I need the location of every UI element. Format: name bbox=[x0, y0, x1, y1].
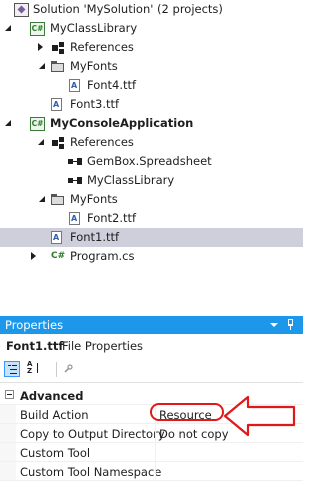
reference-label: GemBox.Spreadsheet bbox=[87, 154, 212, 168]
folder-label: MyFonts bbox=[70, 59, 118, 73]
reference-icon bbox=[67, 173, 83, 188]
file-label: Font2.ttf bbox=[87, 211, 137, 225]
csharp-file-icon: C# bbox=[51, 251, 66, 261]
references-icon bbox=[51, 135, 67, 150]
tree-item-references[interactable]: References bbox=[0, 133, 303, 152]
panel-title: Properties bbox=[5, 318, 64, 332]
project-label: MyClassLibrary bbox=[50, 21, 138, 35]
object-name: Font1.ttf bbox=[6, 339, 64, 353]
annotation-arrow-icon bbox=[223, 395, 296, 437]
tree-item-program[interactable]: C# Program.cs bbox=[0, 247, 303, 266]
tree-item-font2[interactable]: A Font2.ttf bbox=[0, 209, 303, 228]
property-value[interactable]: Do not copy bbox=[159, 427, 229, 441]
property-pages-button[interactable] bbox=[61, 361, 77, 377]
pin-icon[interactable] bbox=[286, 319, 296, 331]
dropdown-arrow-icon[interactable] bbox=[270, 323, 278, 327]
row-gutter bbox=[0, 462, 16, 480]
font-file-icon: A bbox=[51, 98, 62, 111]
property-name: Build Action bbox=[20, 408, 89, 422]
collapsed-arrow-icon[interactable] bbox=[31, 252, 36, 260]
file-label: Font1.ttf bbox=[70, 230, 120, 244]
file-label: Font4.ttf bbox=[87, 78, 137, 92]
row-gutter bbox=[0, 443, 16, 461]
expanded-arrow-icon[interactable] bbox=[5, 25, 11, 31]
tree-item-myconsoleapplication[interactable]: C# MyConsoleApplication bbox=[0, 114, 303, 133]
categorized-button[interactable] bbox=[4, 361, 20, 377]
solution-icon bbox=[14, 3, 29, 17]
property-row-custom-tool-namespace[interactable]: Custom Tool Namespace bbox=[0, 462, 303, 481]
expanded-arrow-icon[interactable] bbox=[38, 139, 44, 145]
column-divider bbox=[155, 443, 156, 462]
font-file-icon: A bbox=[69, 79, 80, 92]
reference-label: MyClassLibrary bbox=[87, 173, 175, 187]
highlight-ellipse bbox=[150, 403, 224, 421]
tree-item-myfonts[interactable]: MyFonts bbox=[0, 190, 303, 209]
column-divider bbox=[155, 462, 156, 481]
file-label: Font3.ttf bbox=[70, 97, 120, 111]
references-label: References bbox=[70, 40, 134, 54]
tree-item-myclasslibrary[interactable]: C# MyClassLibrary bbox=[0, 19, 303, 38]
solution-label: Solution 'MySolution' (2 projects) bbox=[33, 2, 223, 16]
tree-item-font1-selected[interactable]: A Font1.ttf bbox=[0, 228, 303, 247]
property-name: Custom Tool bbox=[20, 446, 91, 460]
file-label: Program.cs bbox=[70, 249, 135, 263]
tree-item-ref-myclasslibrary[interactable]: MyClassLibrary bbox=[0, 171, 303, 190]
property-name: Custom Tool Namespace bbox=[20, 465, 162, 479]
row-gutter bbox=[0, 424, 16, 442]
property-name: Copy to Output Directory bbox=[20, 427, 165, 441]
alphabetical-button[interactable]: A Z bbox=[26, 361, 42, 377]
property-row-custom-tool[interactable]: Custom Tool bbox=[0, 443, 303, 462]
tree-item-font4[interactable]: A Font4.ttf bbox=[0, 76, 303, 95]
folder-icon bbox=[51, 61, 66, 72]
tree-item-solution[interactable]: Solution 'MySolution' (2 projects) bbox=[0, 0, 303, 19]
tree-item-myfonts[interactable]: MyFonts bbox=[0, 57, 303, 76]
expanded-arrow-icon[interactable] bbox=[39, 63, 45, 69]
solution-explorer: Solution 'MySolution' (2 projects) C# My… bbox=[0, 0, 303, 308]
sort-az-icon: A Z bbox=[27, 360, 33, 375]
expanded-arrow-icon[interactable] bbox=[39, 196, 45, 202]
properties-toolbar: A Z bbox=[0, 358, 303, 383]
sort-arrow-icon bbox=[37, 363, 38, 373]
categorized-icon bbox=[8, 365, 17, 374]
folder-label: MyFonts bbox=[70, 192, 118, 206]
expanded-arrow-icon[interactable] bbox=[5, 120, 11, 126]
object-kind: File Properties bbox=[62, 339, 144, 353]
references-label: References bbox=[70, 135, 134, 149]
wrench-icon bbox=[64, 364, 73, 373]
toolbar-separator bbox=[56, 362, 57, 377]
tree-item-references[interactable]: References bbox=[0, 38, 303, 57]
csharp-project-icon: C# bbox=[30, 22, 45, 36]
object-selector[interactable]: Font1.ttf File Properties bbox=[0, 334, 303, 358]
font-file-icon: A bbox=[51, 231, 62, 244]
properties-title-bar: Properties bbox=[0, 316, 303, 334]
folder-icon bbox=[51, 194, 66, 205]
category-label: Advanced bbox=[20, 389, 84, 403]
reference-icon bbox=[67, 154, 83, 169]
row-gutter bbox=[0, 405, 16, 423]
csharp-project-icon: C# bbox=[30, 117, 45, 131]
tree-item-ref-gembox[interactable]: GemBox.Spreadsheet bbox=[0, 152, 303, 171]
collapse-icon[interactable] bbox=[5, 390, 14, 399]
font-file-icon: A bbox=[69, 212, 80, 225]
references-icon bbox=[51, 40, 67, 55]
collapsed-arrow-icon[interactable] bbox=[38, 43, 43, 51]
project-label: MyConsoleApplication bbox=[50, 116, 194, 130]
column-divider bbox=[155, 424, 156, 443]
tree-item-font3[interactable]: A Font3.ttf bbox=[0, 95, 303, 114]
